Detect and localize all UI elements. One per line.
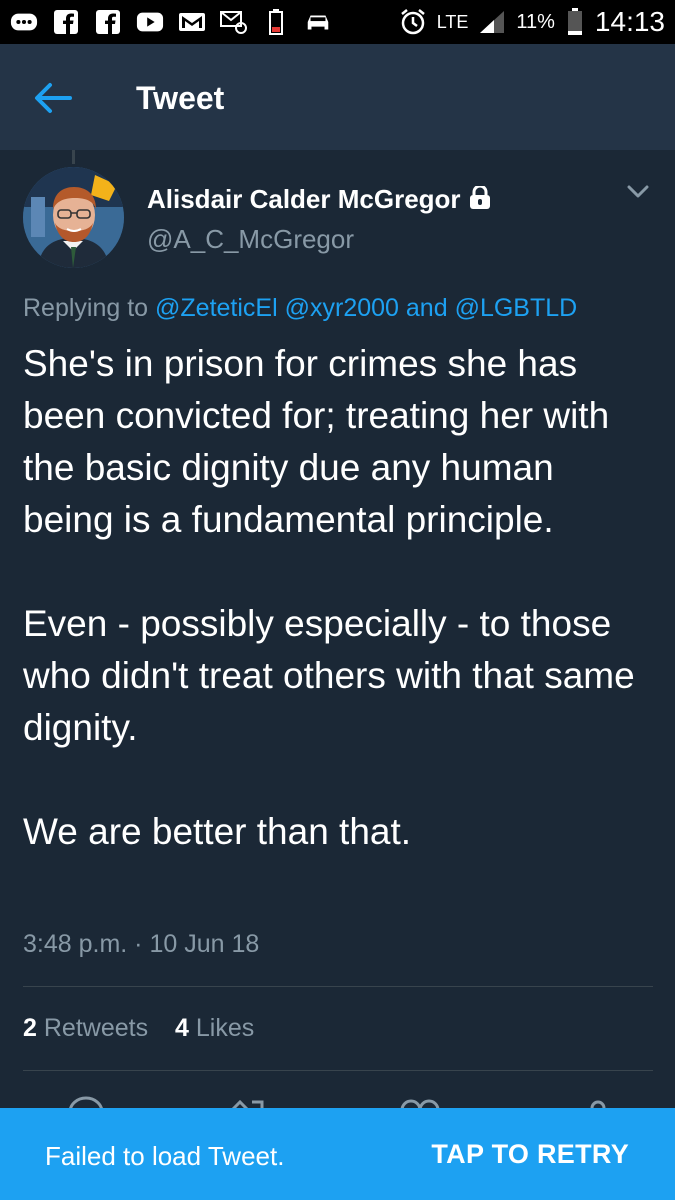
tweet-paragraph: Even - possibly especially - to those wh… <box>23 603 635 748</box>
divider <box>23 986 653 987</box>
youtube-icon <box>136 9 164 35</box>
avatar-image <box>23 167 124 268</box>
battery-percent: 11% <box>516 10 555 33</box>
chevron-down-icon <box>627 185 649 198</box>
status-bar: LTE 11% 14:13 <box>0 0 675 44</box>
divider <box>23 1070 653 1071</box>
tweet-options-button[interactable] <box>626 184 660 208</box>
tweet-paragraph: We are better than that. <box>23 811 412 852</box>
mention-link[interactable]: @ZeteticEl <box>155 294 278 322</box>
tweet-actions <box>0 1088 675 1110</box>
snackbar-message: Failed to load Tweet. <box>45 1141 285 1171</box>
tweet-timestamp[interactable]: 3:48 p.m. · 10 Jun 18 <box>23 930 259 959</box>
retweets-label: Retweets <box>43 1014 149 1042</box>
replying-to-label: Replying to <box>23 294 149 322</box>
thread-connector <box>72 150 75 164</box>
avatar[interactable] <box>23 167 124 268</box>
car-icon <box>304 9 332 35</box>
author-name[interactable]: Alisdair Calder McGregor <box>147 184 491 217</box>
email-settings-icon <box>220 9 248 35</box>
back-arrow-icon <box>35 83 72 113</box>
retry-button[interactable]: TAP TO RETRY <box>431 1139 629 1170</box>
gmail-icon <box>178 9 206 35</box>
page-title: Tweet <box>136 80 225 116</box>
author-name-text: Alisdair Calder McGregor <box>147 184 461 214</box>
network-type: LTE <box>436 11 469 32</box>
tweet-text: She's in prison for crimes she has been … <box>23 338 653 858</box>
replying-to: Replying to @ZeteticEl @xyr2000 and @LGB… <box>23 294 577 323</box>
retweets-count: 2 <box>23 1014 37 1042</box>
mention-link[interactable]: @LGBTLD <box>455 294 578 322</box>
app-bar: Tweet <box>0 44 675 150</box>
battery-low-icon <box>262 9 290 35</box>
tweet-paragraph: She's in prison for crimes she has been … <box>23 343 610 540</box>
facebook-icon <box>94 9 122 35</box>
battery-icon <box>565 8 585 35</box>
error-snackbar: Failed to load Tweet. TAP TO RETRY <box>0 1108 675 1200</box>
mention-joiner: and <box>405 294 448 322</box>
chat-bubble-icon <box>10 9 38 35</box>
clock: 14:13 <box>594 6 665 37</box>
back-button[interactable] <box>30 78 82 118</box>
tweet-stats: 2 Retweets 4 Likes <box>23 1014 274 1043</box>
facebook-icon <box>52 9 80 35</box>
likes-label: Likes <box>195 1014 255 1042</box>
retweets-stat[interactable]: 2 Retweets <box>23 1014 148 1042</box>
lock-icon <box>469 184 491 217</box>
mention-link[interactable]: @xyr2000 <box>285 294 399 322</box>
likes-stat[interactable]: 4 Likes <box>175 1014 254 1042</box>
author-handle[interactable]: @A_C_McGregor <box>147 224 354 255</box>
likes-count: 4 <box>175 1014 189 1042</box>
signal-icon <box>478 9 506 35</box>
alarm-icon <box>399 9 427 35</box>
